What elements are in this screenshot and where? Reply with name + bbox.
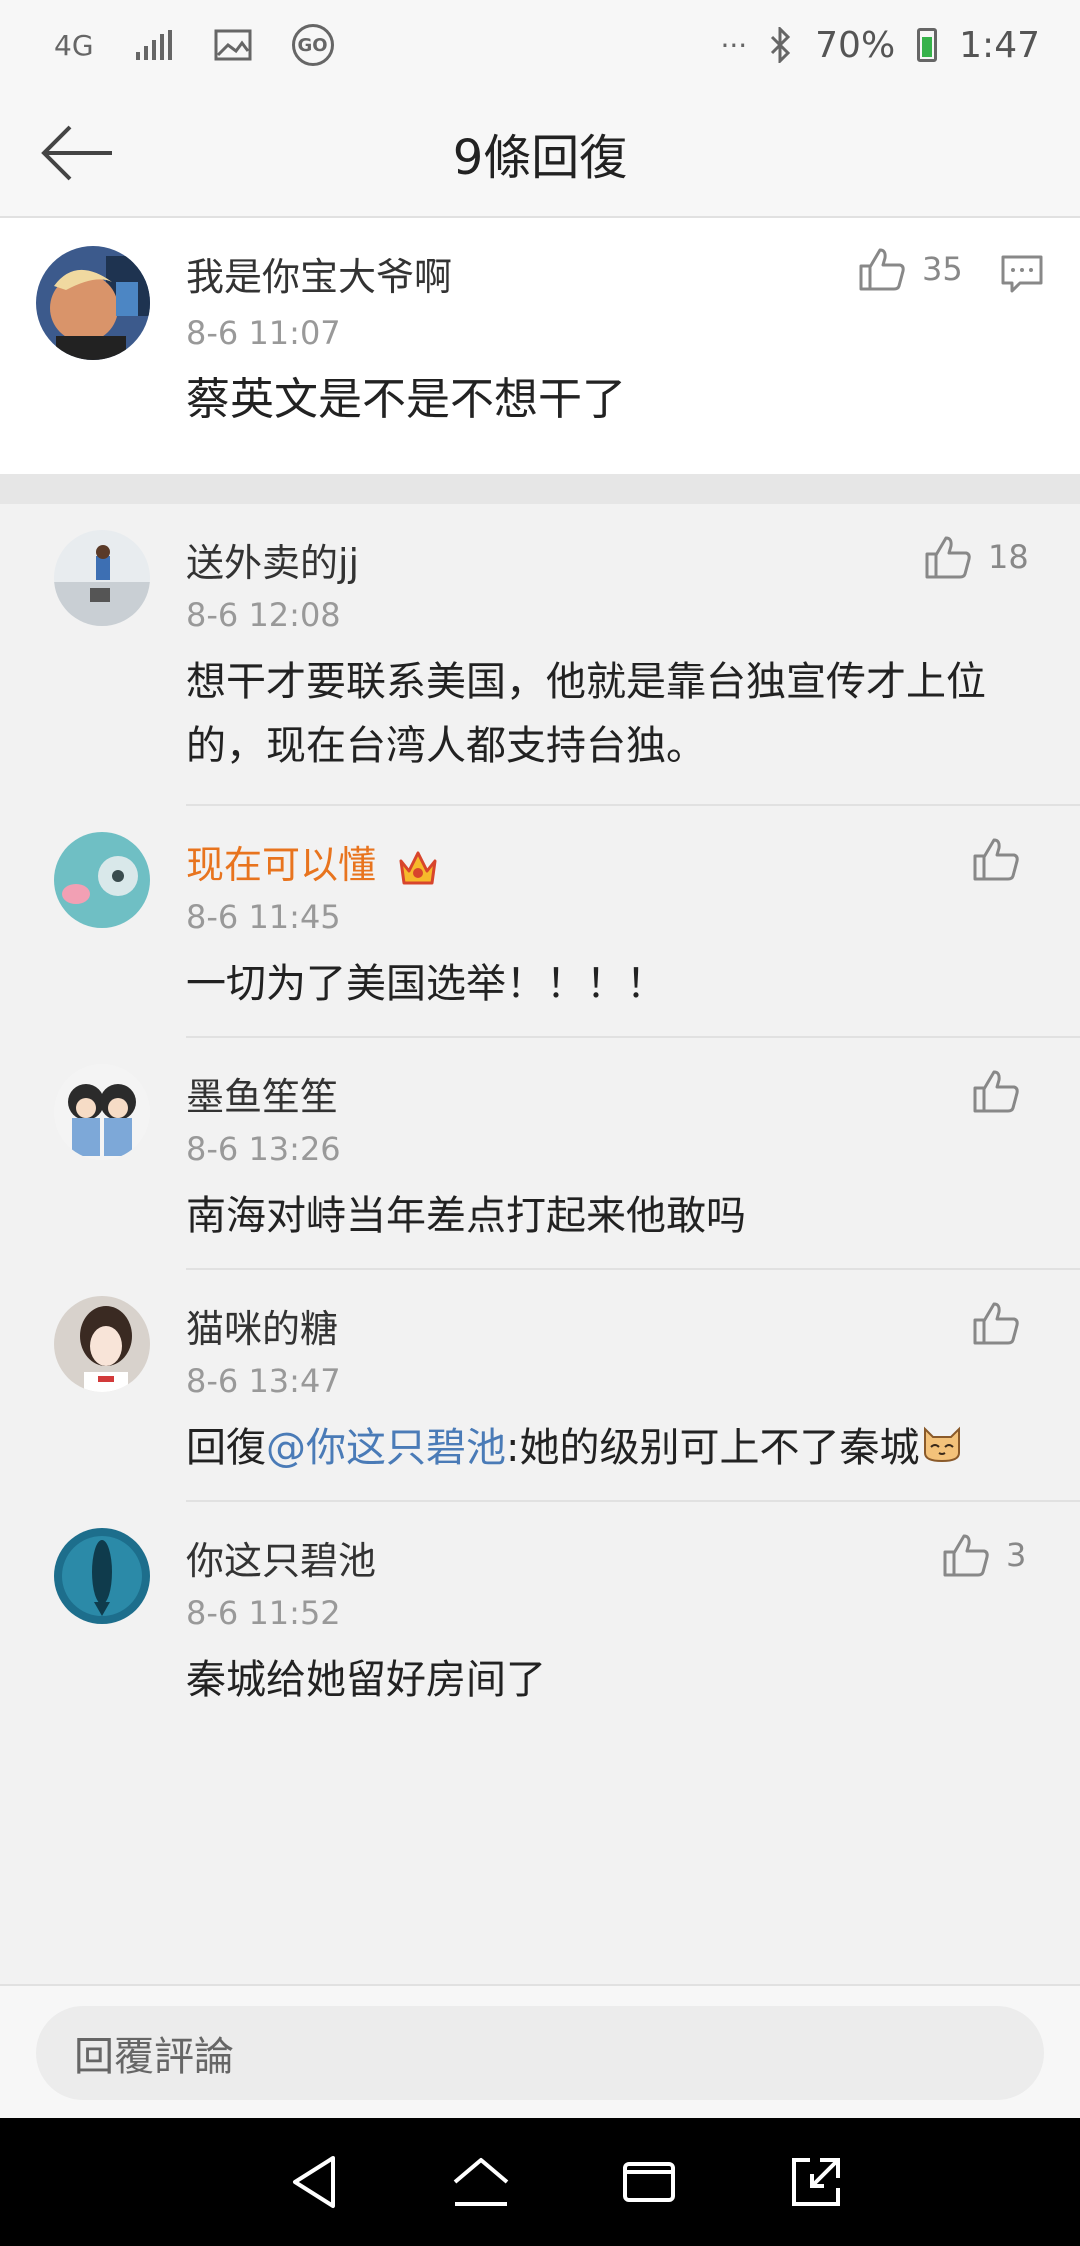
comment-icon	[1001, 255, 1043, 293]
recents-icon	[622, 2162, 675, 2202]
reply-content: 回復@你这只碧池:她的级别可上不了秦城	[186, 1416, 1066, 1482]
vip-crown-icon	[398, 849, 438, 887]
list-item: 送外卖的jj 8-6 12:08 想干才要联系美国，他就是靠台独宣传才上位的，现…	[0, 504, 1080, 806]
signal-icon	[134, 30, 174, 60]
reply-content: 秦城给她留好房间了	[186, 1657, 546, 1703]
list-item: 猫咪的糖 8-6 13:47 回復@你这只碧池:她的级别可上不了秦城	[0, 1270, 1080, 1502]
reply-content: 一切为了美国选举！！！！	[186, 961, 666, 1007]
reply-comment-button[interactable]	[1000, 254, 1044, 298]
back-triangle-icon	[292, 2156, 335, 2208]
nav-expand-button[interactable]	[781, 2147, 851, 2217]
reply-list: 送外卖的jj 8-6 12:08 想干才要联系美国，他就是靠台独宣传才上位的，现…	[0, 504, 1080, 1984]
list-item: 现在可以懂 8-6 11:45 一切为了美国选举！！！！	[0, 806, 1080, 1038]
reply-author-name: 现在可以懂	[186, 843, 377, 887]
thumbs-up-icon	[973, 1070, 1019, 1113]
like-button[interactable]: 35	[858, 246, 963, 292]
avatar[interactable]	[36, 246, 150, 360]
network-4g-icon: 4G	[54, 28, 94, 62]
reply-author[interactable]: 现在可以懂	[186, 834, 438, 889]
thumbs-up-icon	[973, 838, 1019, 881]
thumbs-up-icon	[943, 1534, 989, 1577]
reply-time: 8-6 13:47	[186, 1362, 341, 1400]
mention-link[interactable]: @你这只碧池	[266, 1425, 506, 1471]
page-title: 9條回復	[452, 130, 628, 186]
header: 9條回復	[0, 90, 1080, 218]
reply-bar: 回覆評論	[0, 1984, 1080, 2118]
reply-prefix: 回復	[186, 1425, 266, 1471]
nav-back-button[interactable]	[279, 2147, 349, 2217]
cat-emoji-icon	[921, 1418, 963, 1482]
like-button[interactable]	[972, 836, 1020, 882]
avatar[interactable]	[54, 530, 150, 626]
reply-time: 8-6 11:52	[186, 1594, 341, 1632]
list-item: 你这只碧池 8-6 11:52 秦城给她留好房间了 3	[0, 1502, 1080, 1734]
avatar[interactable]	[54, 1064, 150, 1160]
reply-time: 8-6 13:26	[186, 1130, 341, 1168]
back-button[interactable]	[40, 118, 120, 188]
like-count: 35	[922, 250, 963, 288]
comment-author[interactable]: 我是你宝大爷啊	[186, 246, 452, 301]
reply-time: 8-6 11:45	[186, 898, 341, 936]
reply-input[interactable]: 回覆評論	[36, 2006, 1044, 2100]
avatar[interactable]	[54, 1528, 150, 1624]
reply-text: :她的级别可上不了秦城	[506, 1425, 920, 1471]
go-icon: GO	[291, 24, 334, 66]
avatar[interactable]	[54, 1296, 150, 1392]
thumbs-up-icon	[859, 248, 905, 291]
like-button[interactable]	[972, 1300, 1020, 1346]
main-comment: 我是你宝大爷啊 8-6 11:07 蔡英文是不是不想干了 35	[0, 218, 1080, 474]
reply-author[interactable]: 送外卖的jj	[186, 532, 359, 587]
avatar[interactable]	[54, 832, 150, 928]
like-button[interactable]: 3	[942, 1532, 1026, 1578]
battery-icon	[917, 28, 938, 62]
status-bar: 4G GO ··· 70% 1:47	[0, 0, 1080, 90]
comment-content: 蔡英文是不是不想干了	[186, 374, 626, 425]
like-count: 18	[988, 538, 1029, 576]
comment-time: 8-6 11:07	[186, 314, 341, 352]
system-nav-bar	[0, 2118, 1080, 2246]
nav-recents-button[interactable]	[614, 2147, 684, 2217]
thumbs-up-icon	[925, 536, 971, 579]
section-divider	[0, 474, 1080, 504]
back-arrow-icon	[41, 125, 112, 181]
reply-content: 南海对峙当年差点打起来他敢吗	[186, 1193, 746, 1239]
reply-content: 想干才要联系美国，他就是靠台独宣传才上位的，现在台湾人都支持台独。	[186, 659, 986, 769]
expand-icon	[792, 2158, 841, 2206]
like-count: 3	[1006, 1536, 1027, 1574]
image-icon	[214, 29, 252, 61]
nav-home-button[interactable]	[446, 2147, 516, 2217]
like-button[interactable]	[972, 1068, 1020, 1114]
more-dots-icon: ···	[720, 28, 748, 62]
bluetooth-icon	[769, 27, 793, 63]
like-button[interactable]: 18	[924, 534, 1029, 580]
reply-time: 8-6 12:08	[186, 596, 341, 634]
battery-percent: 70%	[815, 24, 896, 66]
reply-author[interactable]: 你这只碧池	[186, 1530, 376, 1585]
reply-author[interactable]: 猫咪的糖	[186, 1298, 338, 1353]
clock: 1:47	[959, 24, 1040, 66]
list-item: 墨鱼笙笙 8-6 13:26 南海对峙当年差点打起来他敢吗	[0, 1038, 1080, 1270]
reply-author[interactable]: 墨鱼笙笙	[186, 1066, 338, 1121]
home-icon	[453, 2158, 509, 2206]
thumbs-up-icon	[973, 1302, 1019, 1345]
